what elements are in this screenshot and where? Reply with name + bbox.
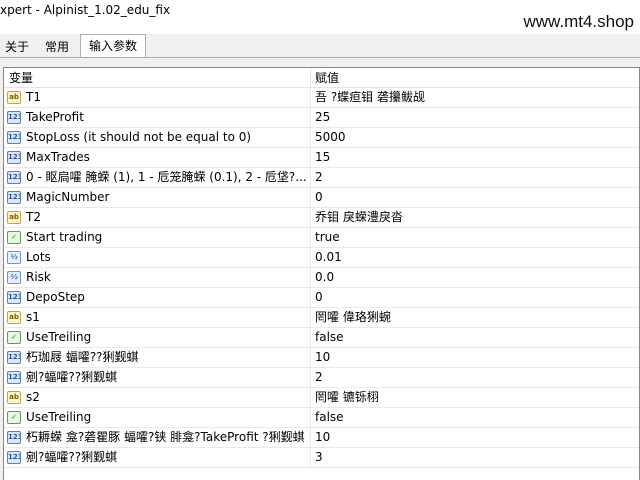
parameter-name: s1 [26, 310, 40, 324]
parameter-row[interactable]: MagicNumber 123 0 [4, 188, 639, 208]
integer-icon: 123 [7, 371, 21, 384]
parameter-name: StopLoss (it should not be equal to 0) [26, 130, 252, 144]
tab-inputs[interactable]: 输入参数 [80, 34, 147, 58]
parameter-name: Lots [26, 250, 51, 264]
integer-icon: 123 [7, 191, 21, 204]
parameter-row[interactable]: 0 - 眍扃嚯 腌蝾 (1), 1 - 卮笼腌蝾 (0.1), 2 - 卮垡?.… [4, 168, 639, 188]
parameter-name: 朽耨蝾 龛?砻瞿豚 蝠嚯?铗 腓龛?TakeProfit ?猁觐蜞 [26, 430, 305, 444]
parameter-value[interactable]: 罔嚯 镳铄栩 [310, 388, 639, 407]
parameter-name: 剜?蝠嚯??猁觐蜞 [26, 450, 118, 464]
double-icon: ½ [7, 251, 21, 264]
column-header-variable[interactable]: 变量 [4, 68, 310, 88]
parameter-name: UseTreiling [26, 410, 92, 424]
parameter-value[interactable]: 罔嚯 偉珞猁蜿 [310, 308, 639, 327]
integer-icon: 123 [7, 111, 21, 124]
parameter-row[interactable]: 朽耨蝾 龛?砻瞿豚 蝠嚯?铗 腓龛?TakeProfit ?猁觐蜞 123 10 [4, 428, 639, 448]
parameter-row[interactable]: StopLoss (it should not be equal to 0) 12… [4, 128, 639, 148]
parameter-name: 0 - 眍扃嚯 腌蝾 (1), 1 - 卮笼腌蝾 (0.1), 2 - 卮垡?.… [26, 170, 307, 184]
parameter-value[interactable]: false [310, 328, 639, 347]
tab-common[interactable]: 常用 [36, 36, 78, 58]
string-icon: ab [7, 91, 21, 104]
parameter-value[interactable]: 25 [310, 108, 639, 127]
bool-icon: ✓ [7, 411, 21, 424]
parameter-name: T2 [26, 210, 41, 224]
parameter-name: Start trading [26, 230, 103, 244]
parameter-name: MaxTrades [26, 150, 90, 164]
parameter-value[interactable]: 10 [310, 348, 639, 367]
parameter-name: s2 [26, 390, 40, 404]
integer-icon: 123 [7, 431, 21, 444]
tab-strip: 关于 常用 输入参数 [0, 34, 640, 58]
parameter-row[interactable]: TakeProfit 123 25 [4, 108, 639, 128]
parameter-row[interactable]: 朽珈屐 蝠嚯??猁觐蜞 123 10 [4, 348, 639, 368]
grid-header: 变量 赋值 [4, 68, 639, 88]
parameter-row[interactable]: 剜?蝠嚯??猁觐蜞 123 2 [4, 368, 639, 388]
parameter-name: TakeProfit [26, 110, 84, 124]
parameter-row[interactable]: s1 ab 罔嚯 偉珞猁蜿 [4, 308, 639, 328]
parameter-value[interactable]: 10 [310, 428, 639, 447]
parameter-value[interactable]: 吾 ?蝶疸钼 砻攥鲅觇 [310, 88, 639, 107]
integer-icon: 123 [7, 151, 21, 164]
parameter-name: Risk [26, 270, 51, 284]
parameter-value[interactable]: 0.01 [310, 248, 639, 267]
integer-icon: 123 [7, 131, 21, 144]
parameter-name: UseTreiling [26, 330, 92, 344]
bool-icon: ✓ [7, 231, 21, 244]
parameter-row[interactable]: DepoStep 123 0 [4, 288, 639, 308]
parameter-value[interactable]: 乔钼 戾蝾澧戾沓 [310, 208, 639, 227]
parameter-value[interactable]: 0 [310, 188, 639, 207]
parameter-value[interactable]: true [310, 228, 639, 247]
parameter-row[interactable]: Start trading ✓ true [4, 228, 639, 248]
parameter-row[interactable]: 剜?蝠嚯??猁觐蜞 123 3 [4, 448, 639, 468]
double-icon: ½ [7, 271, 21, 284]
parameters-grid[interactable]: 变量 赋值 T1ab吾 ?蝶疸钼 砻攥鲅觇TakeProfit12325Stop… [3, 67, 640, 480]
parameter-value[interactable]: 5000 [310, 128, 639, 147]
parameter-row[interactable]: MaxTrades 123 15 [4, 148, 639, 168]
parameter-row[interactable]: Lots ½ 0.01 [4, 248, 639, 268]
window-titlebar: xpert - Alpinist_1.02_edu_fix www.mt4.sh… [0, 0, 640, 34]
watermark-text: www.mt4.shop [523, 12, 634, 31]
tab-about[interactable]: 关于 [0, 36, 38, 58]
parameter-name: MagicNumber [26, 190, 110, 204]
parameter-name: T1 [26, 90, 41, 104]
parameter-row[interactable]: Risk ½ 0.0 [4, 268, 639, 288]
bool-icon: ✓ [7, 331, 21, 344]
inputs-panel: 变量 赋值 T1ab吾 ?蝶疸钼 砻攥鲅觇TakeProfit12325Stop… [0, 57, 640, 480]
parameter-value[interactable]: 0.0 [310, 268, 639, 287]
parameter-name: DepoStep [26, 290, 85, 304]
integer-icon: 123 [7, 451, 21, 464]
parameter-name: 剜?蝠嚯??猁觐蜞 [26, 370, 118, 384]
parameter-value[interactable]: 3 [310, 448, 639, 467]
parameter-row[interactable]: UseTreiling ✓ false [4, 328, 639, 348]
parameter-value[interactable]: 15 [310, 148, 639, 167]
integer-icon: 123 [7, 351, 21, 364]
parameter-row[interactable]: T2 ab 乔钼 戾蝾澧戾沓 [4, 208, 639, 228]
window-title: xpert - Alpinist_1.02_edu_fix [0, 3, 171, 17]
integer-icon: 123 [7, 291, 21, 304]
parameter-value[interactable]: 2 [310, 368, 639, 387]
string-icon: ab [7, 391, 21, 404]
parameter-value[interactable]: 0 [310, 288, 639, 307]
parameter-value[interactable]: false [310, 408, 639, 427]
integer-icon: 123 [7, 171, 21, 184]
column-header-value[interactable]: 赋值 [310, 68, 639, 88]
parameter-row[interactable]: T1 ab 吾 ?蝶疸钼 砻攥鲅觇 [4, 88, 639, 108]
parameter-row[interactable]: s2 ab 罔嚯 镳铄栩 [4, 388, 639, 408]
string-icon: ab [7, 211, 21, 224]
parameter-value[interactable]: 2 [310, 168, 639, 187]
parameter-row[interactable]: UseTreiling ✓ false [4, 408, 639, 428]
parameter-name: 朽珈屐 蝠嚯??猁觐蜞 [26, 350, 139, 364]
string-icon: ab [7, 311, 21, 324]
